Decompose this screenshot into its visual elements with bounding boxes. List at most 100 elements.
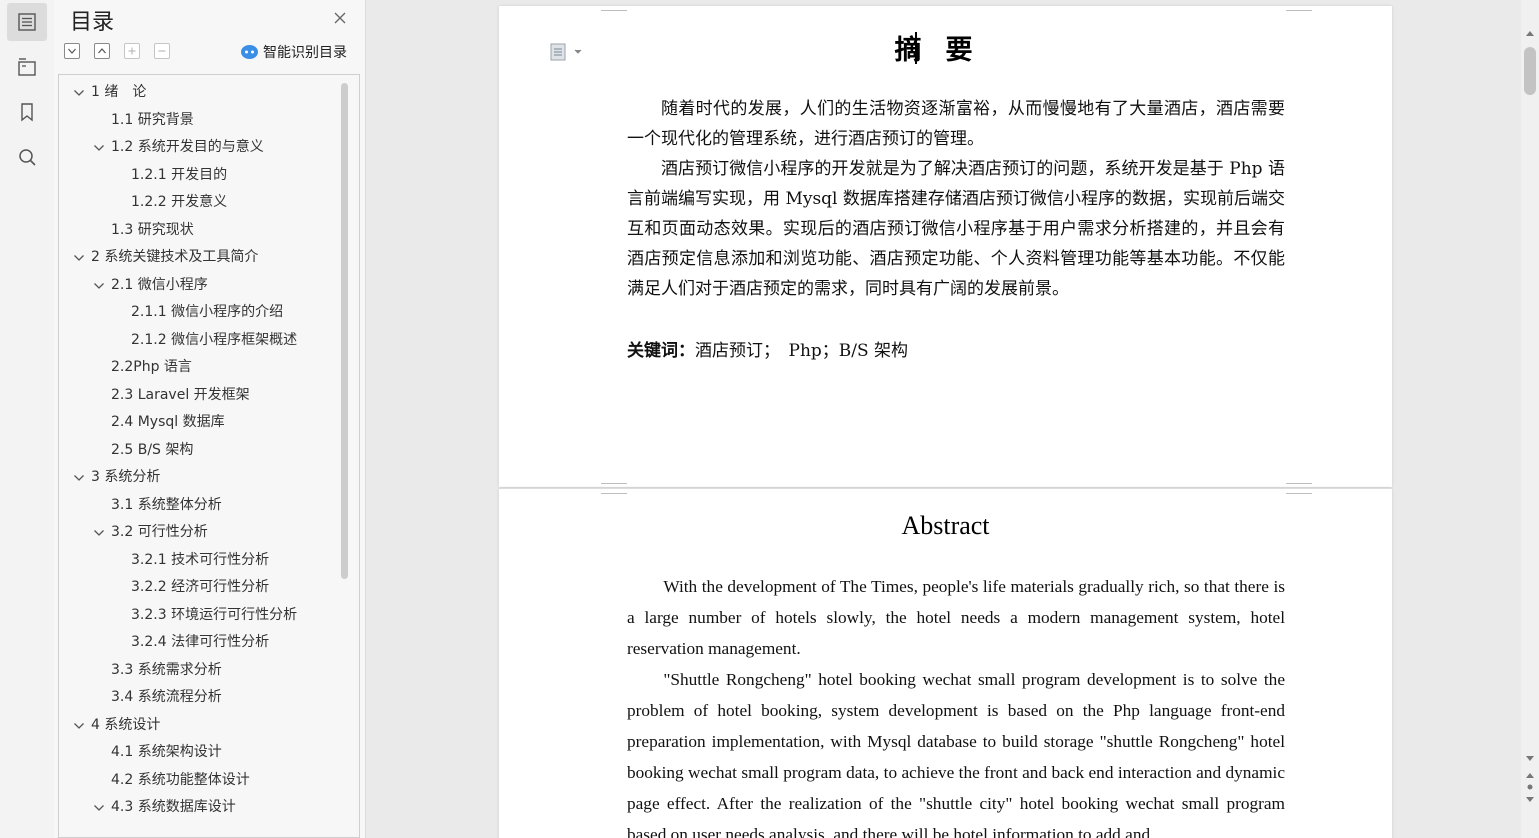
toc-item-label: 4.3 系统数据库设计 [111,799,236,815]
left-icon-rail [0,0,55,838]
toc-item[interactable]: 2.1.2 微信小程序框架概述 [59,327,339,355]
toc-tree: 1 绪 论 1.1 研究背景 1.2 系统开发目的与意义 1.2.1 开发目的 1.2.… [58,74,360,838]
toc-item-label: 2.3 Laravel 开发框架 [111,386,250,403]
toc-item[interactable]: 1.1 研究背景 [59,107,339,135]
chevron-down-icon[interactable] [93,804,105,812]
toc-item-label: 3.2.3 环境运行可行性分析 [131,606,298,623]
toc-item-label: 3 系统分析 [91,469,161,485]
add-heading-button[interactable] [124,43,140,59]
toc-item[interactable]: 3.2.1 技术可行性分析 [59,547,339,575]
abstract-en-body[interactable]: With the development of The Times, peopl… [627,571,1285,838]
toc-icon[interactable] [7,3,47,41]
toc-item[interactable]: 3.4 系统流程分析 [59,684,339,712]
minus-icon [158,50,166,52]
toc-item[interactable]: 4.1 系统架构设计 [59,739,339,767]
chevron-down-icon [68,48,76,54]
collapse-all-button[interactable] [94,43,110,59]
scrollbar-thumb[interactable] [1524,47,1536,95]
chevron-down-icon[interactable] [73,254,85,262]
toc-item[interactable]: 2.3 Laravel 开发框架 [59,382,339,410]
chevron-down-icon[interactable] [73,722,85,730]
toc-item-label: 3.2.2 经济可行性分析 [131,579,270,595]
keywords-line[interactable]: 关键词：酒店预订； Php；B/S 架构 [627,336,908,361]
toc-item[interactable]: 2.2Php 语言 [59,354,339,382]
toc-item-label: 2.5 B/S 架构 [111,441,194,458]
close-icon[interactable] [332,10,348,26]
toc-item[interactable]: 4.3 系统数据库设计 [59,794,339,822]
toc-item[interactable]: 3 系统分析 [59,464,339,492]
toc-item-label: 2 系统关键技术及工具简介 [91,249,259,265]
toc-item[interactable]: 3.2.2 经济可行性分析 [59,574,339,602]
toc-item[interactable]: 4 系统设计 [59,712,339,740]
chevron-down-icon[interactable] [93,529,105,537]
chevron-down-icon[interactable] [93,144,105,152]
scroll-up-icon[interactable] [1526,30,1534,36]
smart-toc-button[interactable]: 智能识别目录 [240,42,347,62]
keywords-label: 关键词： [627,341,695,361]
next-page-icon[interactable] [1526,797,1534,803]
toc-item-label: 2.4 Mysql 数据库 [111,414,225,430]
toc-item[interactable]: 3.2.4 法律可行性分析 [59,629,339,657]
toc-item[interactable]: 2.1 微信小程序 [59,272,339,300]
document-scrollbar[interactable] [1521,0,1539,838]
chevron-down-icon[interactable] [73,474,85,482]
toc-item[interactable]: 3.3 系统需求分析 [59,657,339,685]
toc-item[interactable]: 2 系统关键技术及工具简介 [59,244,339,272]
text-cursor [915,32,917,64]
plus-icon [128,47,136,55]
toc-item-label: 2.1.2 微信小程序框架概述 [131,331,298,348]
toc-item-label: 1.2 系统开发目的与意义 [111,139,264,155]
abstract-cn-paragraph-1[interactable]: 随着时代的发展，人们的生活物资逐渐富裕，从而慢慢地有了大量酒店，酒店需要一个现代… [627,94,1285,154]
abstract-cn-paragraph-2[interactable]: 酒店预订微信小程序的开发就是为了解决酒店预订的问题，系统开发是基于 Php 语言… [627,154,1285,304]
toc-scrollbar[interactable] [341,83,348,579]
scroll-down-icon[interactable] [1526,756,1534,762]
margin-marker [601,6,627,20]
toc-panel: 目录 智能识别目录 1 绪 论 1.1 研究背景 1.2 系统开发目的与意义 1.2.… [54,0,366,838]
toc-item-label: 2.1 微信小程序 [111,276,208,293]
margin-marker [1286,481,1312,495]
toc-item-label: 3.2.4 法律可行性分析 [131,634,270,650]
toc-item-label: 4.2 系统功能整体设计 [111,771,250,788]
toc-item[interactable]: 2.1.1 微信小程序的介绍 [59,299,339,327]
toc-item-label: 3.2.1 技术可行性分析 [131,551,270,568]
chevron-up-icon [98,48,106,54]
abstract-en-paragraph-1[interactable]: With the development of The Times, peopl… [627,571,1285,664]
page-jump-icon[interactable] [1526,784,1534,790]
chevron-down-icon[interactable] [73,89,85,97]
toc-item[interactable]: 3.1 系统整体分析 [59,492,339,520]
toc-item[interactable]: 1 绪 论 [59,79,339,107]
remove-heading-button[interactable] [154,43,170,59]
toc-item[interactable]: 3.2.3 环境运行可行性分析 [59,602,339,630]
bookmark-icon[interactable] [7,93,47,131]
expand-all-button[interactable] [64,43,80,59]
page-abstract-cn: 摘要 随着时代的发展，人们的生活物资逐渐富裕，从而慢慢地有了大量酒店，酒店需要一… [499,6,1392,487]
toc-item-label: 1.2.1 开发目的 [131,166,228,183]
toc-item-label: 1.2.2 开发意义 [131,194,228,210]
navigation-pane-icon[interactable] [7,48,47,86]
toc-panel-title: 目录 [70,10,115,35]
ai-cloud-icon [241,45,258,59]
toc-item[interactable]: 1.3 研究现状 [59,217,339,245]
toc-item[interactable]: 3.2 可行性分析 [59,519,339,547]
toc-item[interactable]: 4.2 系统功能整体设计 [59,767,339,795]
toc-item[interactable]: 1.2.2 开发意义 [59,189,339,217]
toc-item-label: 3.2 可行性分析 [111,524,208,540]
toc-item-label: 4.1 系统架构设计 [111,744,222,760]
search-icon[interactable] [7,138,47,176]
toc-item[interactable]: 1.2.1 开发目的 [59,162,339,190]
toc-item[interactable]: 2.4 Mysql 数据库 [59,409,339,437]
page-abstract-en: Abstract With the development of The Tim… [499,483,1392,838]
keywords-text[interactable]: 酒店预订； Php；B/S 架构 [695,341,908,361]
margin-marker [1286,6,1312,20]
toc-item-label: 3.3 系统需求分析 [111,661,222,678]
document-canvas: 摘要 随着时代的发展，人们的生活物资逐渐富裕，从而慢慢地有了大量酒店，酒店需要一… [366,0,1521,838]
toc-item-label: 1 绪 论 [91,84,147,100]
abstract-en-paragraph-2[interactable]: "Shuttle Rongcheng" hotel booking wechat… [627,664,1285,838]
abstract-cn-body[interactable]: 随着时代的发展，人们的生活物资逐渐富裕，从而慢慢地有了大量酒店，酒店需要一个现代… [627,94,1285,304]
toc-item-label: 3.1 系统整体分析 [111,496,222,513]
toc-item[interactable]: 2.5 B/S 架构 [59,437,339,465]
previous-page-icon[interactable] [1526,772,1534,778]
toc-item-label: 2.1.1 微信小程序的介绍 [131,304,284,320]
chevron-down-icon[interactable] [93,282,105,290]
toc-item[interactable]: 1.2 系统开发目的与意义 [59,134,339,162]
